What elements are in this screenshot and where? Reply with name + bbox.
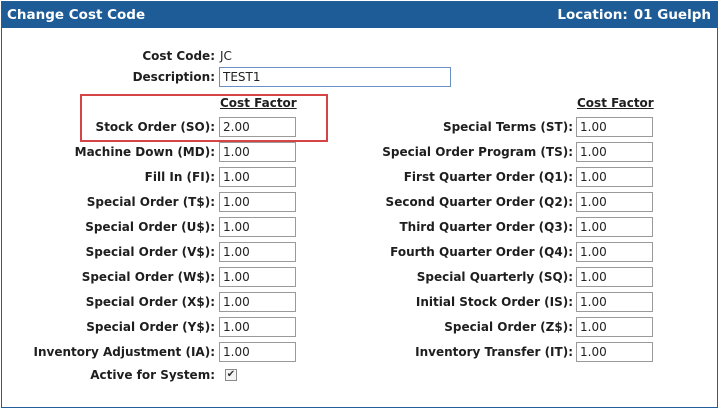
- right-row-cost-factor-input[interactable]: [576, 217, 653, 237]
- cost-code-label: Cost Code:: [142, 49, 215, 63]
- right-row-cost-factor-input[interactable]: [576, 292, 653, 312]
- cost-code-value: JC: [220, 49, 232, 63]
- right-row-label: Special Quarterly (SQ):: [416, 270, 573, 284]
- left-row-cost-factor-input[interactable]: [219, 167, 296, 187]
- right-row-cost-factor-input[interactable]: [576, 267, 653, 287]
- right-row-label: Special Order (Z$):: [444, 320, 573, 334]
- left-row-cost-factor-input[interactable]: [219, 267, 296, 287]
- active-for-system-checkbox[interactable]: ✔: [225, 369, 237, 381]
- description-input[interactable]: [219, 67, 451, 87]
- left-row-cost-factor-input[interactable]: [219, 292, 296, 312]
- right-row-label: Third Quarter Order (Q3):: [399, 220, 573, 234]
- location-label: Location:: [557, 7, 628, 23]
- left-row-cost-factor-input[interactable]: [219, 217, 296, 237]
- right-row-label: Initial Stock Order (IS):: [415, 295, 573, 309]
- right-row-cost-factor-input[interactable]: [576, 317, 653, 337]
- description-label: Description:: [132, 70, 215, 84]
- left-row-cost-factor-input[interactable]: [219, 342, 296, 362]
- right-row-cost-factor-input[interactable]: [576, 167, 653, 187]
- cost-factor-header-right: Cost Factor: [577, 96, 654, 110]
- active-for-system-label: Active for System:: [90, 368, 215, 382]
- page-title: Change Cost Code: [7, 7, 146, 23]
- left-row-label: Special Order (U$):: [85, 220, 215, 234]
- left-row-cost-factor-input[interactable]: [219, 317, 296, 337]
- title-bar: Change Cost Code Location: 01 Guelph: [2, 2, 717, 28]
- left-row-cost-factor-input[interactable]: [219, 142, 296, 162]
- left-row-cost-factor-input[interactable]: [219, 117, 296, 137]
- location-indicator: Location: 01 Guelph: [551, 7, 711, 23]
- right-row-cost-factor-input[interactable]: [576, 242, 653, 262]
- right-row-cost-factor-input[interactable]: [576, 192, 653, 212]
- left-row-label: Special Order (Y$):: [86, 320, 215, 334]
- right-row-cost-factor-input[interactable]: [576, 142, 653, 162]
- location-value: 01 Guelph: [633, 7, 711, 23]
- left-row-label: Machine Down (MD):: [74, 145, 215, 159]
- left-row-label: Fill In (FI):: [144, 170, 215, 184]
- right-row-label: First Quarter Order (Q1):: [403, 170, 573, 184]
- left-row-label: Special Order (W$):: [81, 270, 215, 284]
- left-row-label: Special Order (T$):: [86, 195, 215, 209]
- left-row-label: Stock Order (SO):: [95, 120, 215, 134]
- right-row-label: Second Quarter Order (Q2):: [385, 195, 573, 209]
- right-row-label: Inventory Transfer (IT):: [415, 345, 573, 359]
- left-row-cost-factor-input[interactable]: [219, 192, 296, 212]
- left-row-label: Inventory Adjustment (IA):: [33, 345, 215, 359]
- left-row-label: Special Order (V$):: [85, 245, 215, 259]
- right-row-cost-factor-input[interactable]: [576, 117, 653, 137]
- right-row-cost-factor-input[interactable]: [576, 342, 653, 362]
- left-row-cost-factor-input[interactable]: [219, 242, 296, 262]
- right-row-label: Special Order Program (TS):: [382, 145, 573, 159]
- right-row-label: Special Terms (ST):: [442, 120, 573, 134]
- left-row-label: Special Order (X$):: [85, 295, 215, 309]
- right-row-label: Fourth Quarter Order (Q4):: [390, 245, 573, 259]
